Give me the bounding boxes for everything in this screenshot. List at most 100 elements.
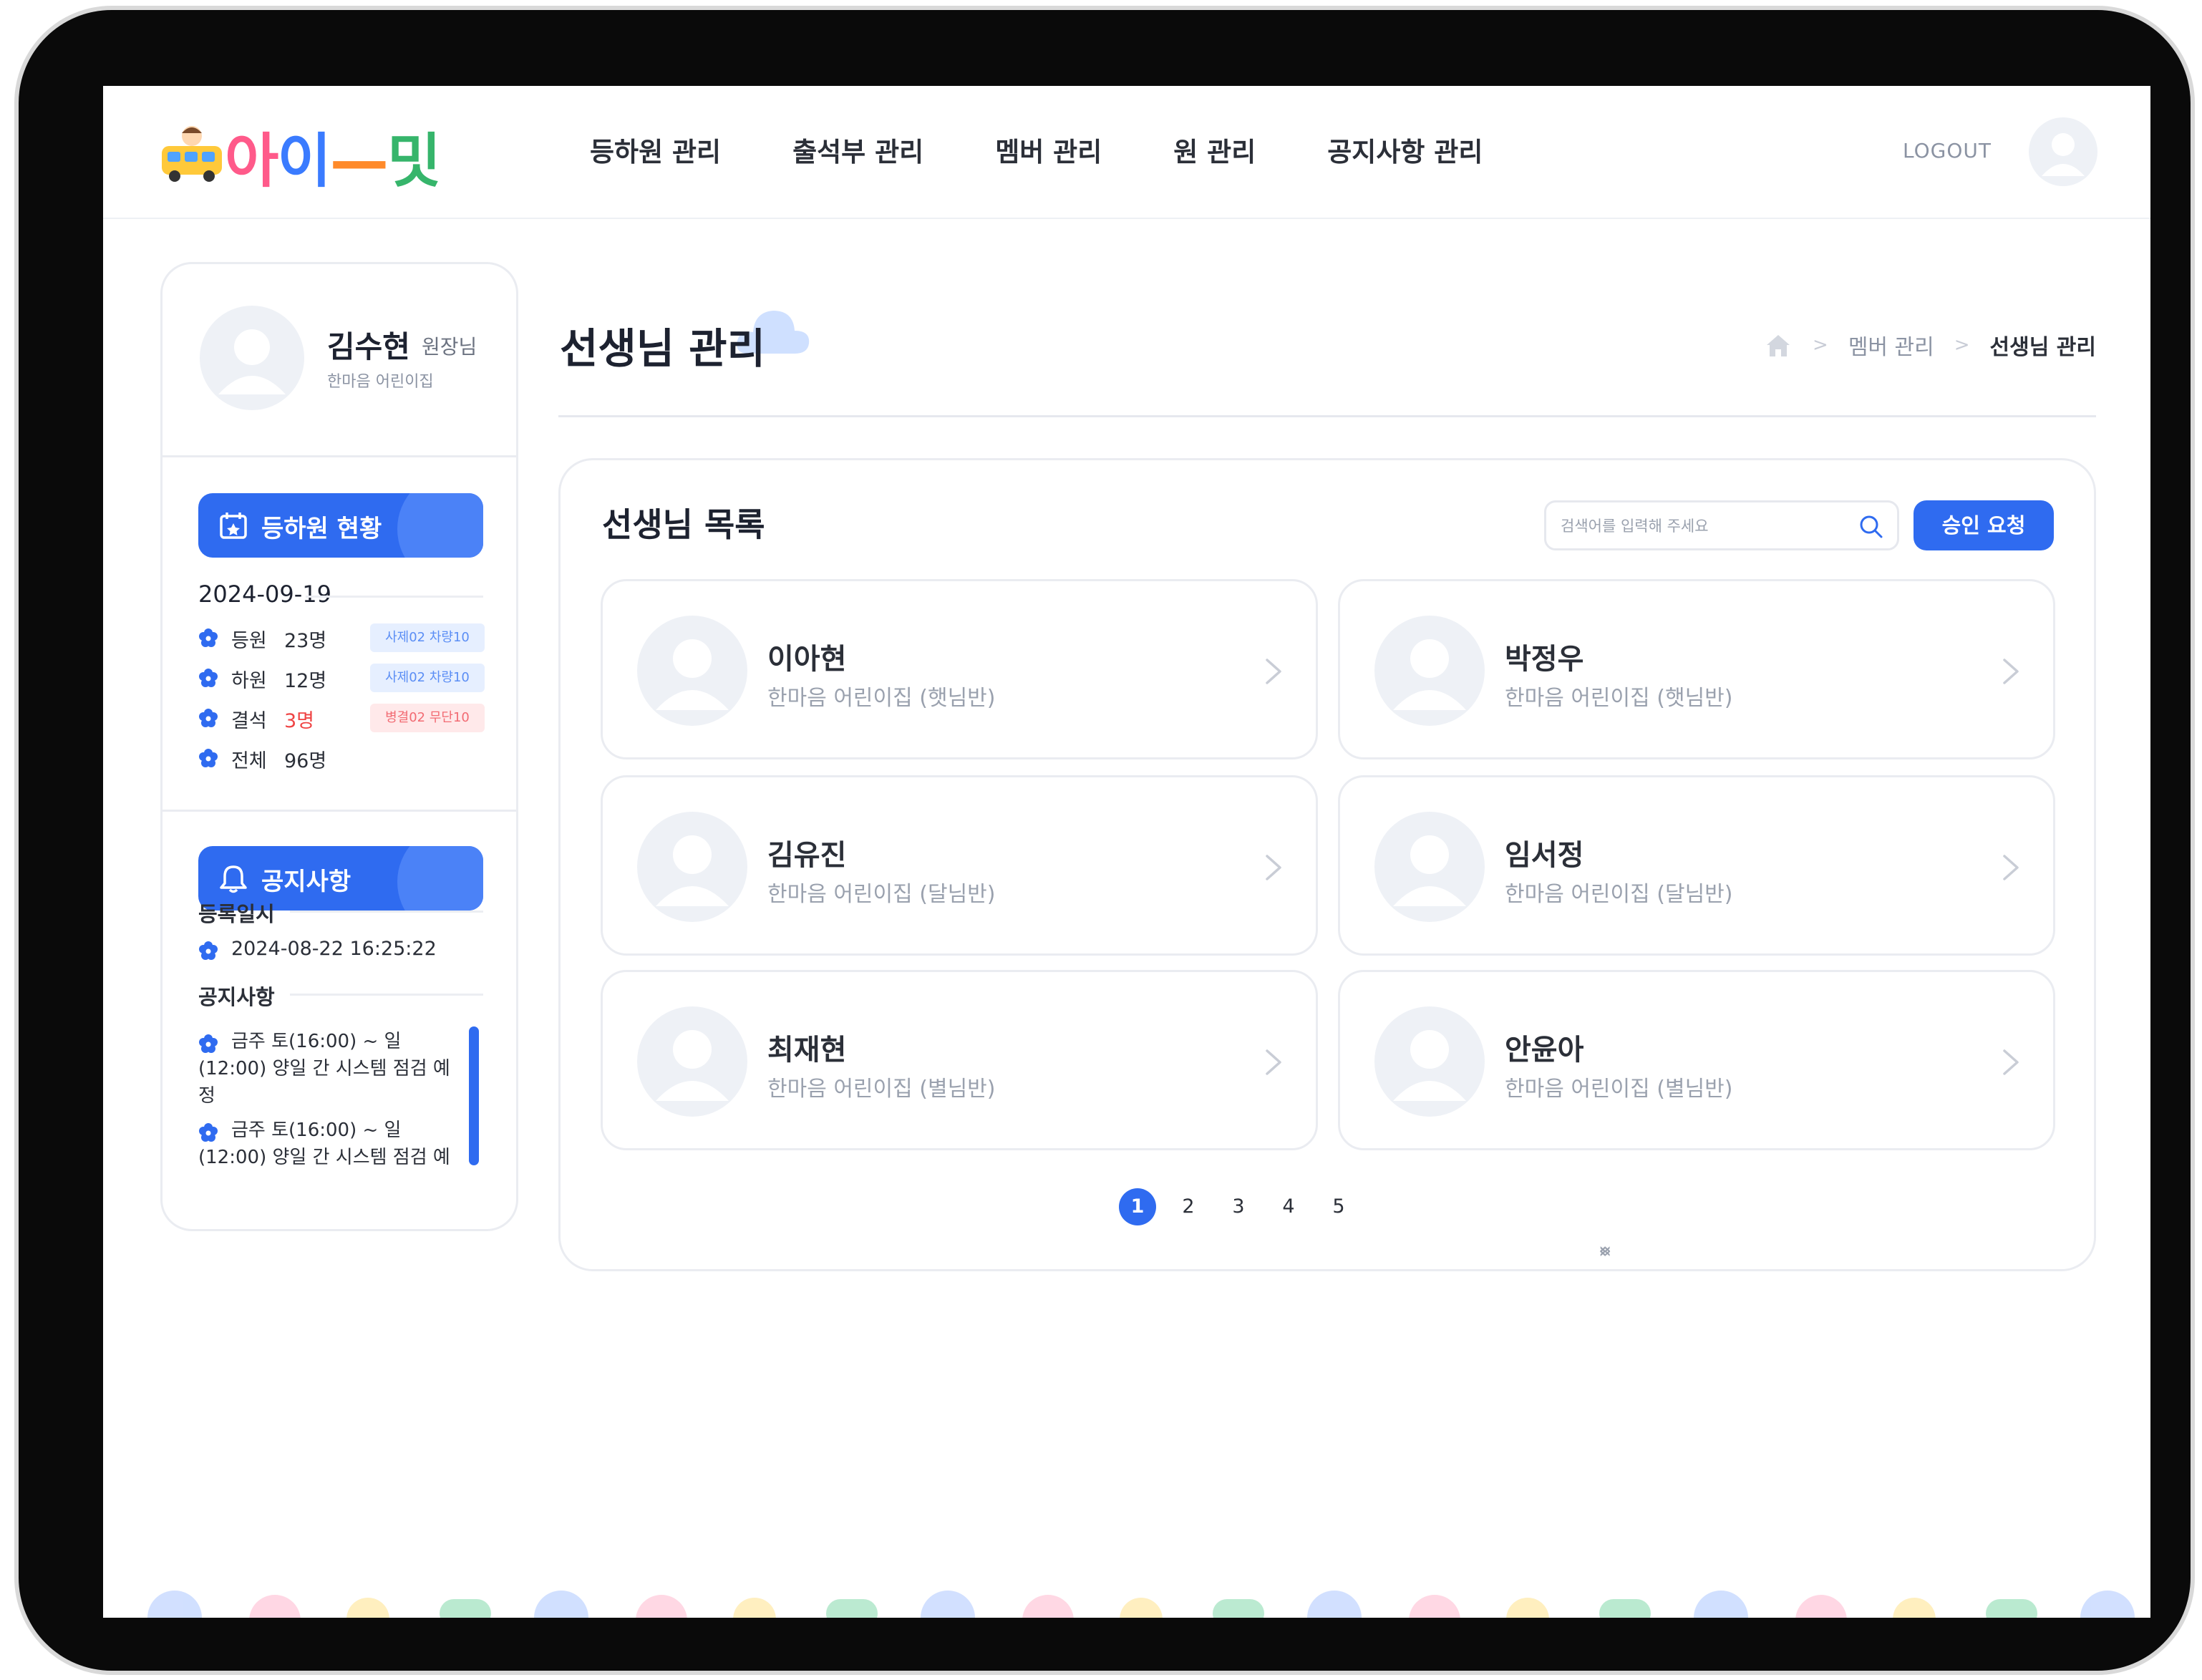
teacher-card[interactable]: 안윤아 한마음 어린이집 (별님반): [1338, 970, 2055, 1150]
divider: [290, 911, 483, 913]
divider: [558, 415, 2096, 417]
notice-item[interactable]: 금주 토(16:00) ~ 일(12:00) 양일 간 시스템 점검 예정: [198, 1028, 456, 1110]
attendance-row-arrival: 등원 23명 사제02 차량10: [198, 623, 485, 652]
teacher-name: 안윤아: [1505, 1034, 1584, 1067]
row-label: 결석: [231, 710, 267, 732]
top-header: 아이—밋 등하원 관리 출석부 관리 멤버 관리 원 관리 공지사항 관리 LO…: [103, 86, 2150, 219]
row-tag: 사제02 차량10: [370, 664, 485, 692]
approval-request-button[interactable]: 승인 요청: [1914, 500, 2054, 550]
calendar-icon: [220, 513, 247, 539]
teacher-avatar-icon: [1374, 1006, 1485, 1117]
teacher-class: 한마음 어린이집 (별님반): [1505, 1077, 1733, 1102]
teacher-name: 최재현: [767, 1034, 847, 1067]
teacher-avatar-icon: [1374, 616, 1485, 726]
teacher-avatar-icon: [637, 1006, 747, 1117]
page-title: 선생님 관리: [560, 324, 765, 373]
bell-icon: [220, 865, 247, 893]
attendance-row-absent: 결석 3명 병결02 무단10: [198, 704, 485, 732]
row-count: 12명: [284, 670, 327, 692]
profile-card: 김수현 원장님 한마음 어린이집: [163, 264, 516, 457]
teacher-card[interactable]: 임서정 한마음 어린이집 (달님반): [1338, 775, 2055, 956]
row-tag: 사제02 차량10: [370, 623, 485, 652]
attendance-summary: 등하원 현황 2024-09-19 등원 23명 사제02 차량10 하원 12…: [163, 457, 516, 812]
breadcrumb-member-management[interactable]: 멤버 관리: [1848, 329, 1934, 361]
pagination: « ‹ 1 2 3 4 5 › »: [1112, 1188, 1611, 1263]
breadcrumb-current: 선생님 관리: [1989, 335, 2096, 360]
page-button-1[interactable]: 1: [1119, 1188, 1156, 1225]
row-count: 23명: [284, 630, 327, 652]
notice-list-label: 공지사항: [198, 985, 275, 1009]
profile-role: 원장님: [422, 335, 477, 359]
teacher-name: 김유진: [767, 839, 847, 872]
breadcrumb-separator: >: [1813, 334, 1828, 356]
button-decoration: [397, 846, 483, 911]
divider: [306, 596, 483, 598]
teacher-name: 임서정: [1505, 839, 1584, 872]
teacher-class: 한마음 어린이집 (햇님반): [1505, 686, 1733, 711]
attendance-date: 2024-09-19: [198, 581, 331, 608]
notice-item[interactable]: 금주 토(16:00) ~ 일(12:00) 양일 간 시스템 점검 예: [198, 1117, 456, 1171]
chevron-right-icon: [1266, 659, 1281, 684]
notice-date-label: 등록일시: [198, 902, 275, 926]
teacher-name: 이아현: [767, 643, 847, 676]
row-count: 3명: [284, 710, 315, 732]
teacher-list-panel: 선생님 목록 승인 요청 이아현 한마음 어린이집 (햇님반) 박: [558, 458, 2096, 1271]
notice-date: 2024-08-22 16:25:22: [231, 938, 437, 960]
profile-org: 한마음 어린이집: [327, 373, 434, 391]
row-label: 등원: [231, 630, 267, 652]
page-button-4[interactable]: 4: [1269, 1188, 1308, 1226]
chevron-right-icon: [2003, 659, 2019, 684]
teacher-card[interactable]: 김유진 한마음 어린이집 (달님반): [601, 775, 1318, 956]
nav-center-management[interactable]: 원 관리: [1173, 130, 1256, 169]
page-button-2[interactable]: 2: [1169, 1188, 1208, 1226]
nav-notice-management[interactable]: 공지사항 관리: [1327, 130, 1483, 169]
flower-icon: [199, 709, 218, 727]
search-box: [1544, 500, 1899, 550]
chevron-right-icon: [2003, 1049, 2019, 1075]
attendance-row-departure: 하원 12명 사제02 차량10: [198, 664, 485, 692]
row-tag: 병결02 무단10: [370, 704, 485, 732]
nav-attendance-management[interactable]: 등하원 관리: [590, 130, 721, 169]
teacher-class: 한마음 어린이집 (달님반): [1505, 882, 1733, 907]
search-input[interactable]: [1561, 513, 1847, 540]
last-page-icon[interactable]: »: [1599, 1232, 1633, 1271]
search-icon[interactable]: [1858, 514, 1884, 540]
logo-wordmark: 아이—밋: [225, 127, 441, 195]
user-avatar-icon[interactable]: [2029, 117, 2097, 186]
notice-scrollbar[interactable]: [469, 1026, 479, 1165]
row-label: 전체: [231, 750, 267, 772]
home-icon[interactable]: [1764, 331, 1793, 359]
flower-icon: [199, 941, 218, 960]
teacher-class: 한마음 어린이집 (별님반): [767, 1077, 996, 1102]
teacher-card[interactable]: 이아현 한마음 어린이집 (햇님반): [601, 579, 1318, 759]
breadcrumb: > 멤버 관리 > 선생님 관리: [1764, 329, 2096, 361]
page-button-3[interactable]: 3: [1219, 1188, 1258, 1226]
teacher-avatar-icon: [637, 616, 747, 726]
decorative-pattern-strip: [147, 1591, 2135, 1618]
teacher-card[interactable]: 박정우 한마음 어린이집 (햇님반): [1338, 579, 2055, 759]
main-nav: 등하원 관리 출석부 관리 멤버 관리 원 관리 공지사항 관리: [590, 130, 1483, 169]
sidebar: 김수현 원장님 한마음 어린이집 등하원 현황 2024-09-19 등원 23…: [160, 262, 518, 1231]
profile-name: 김수현: [327, 329, 410, 364]
page-button-5[interactable]: 5: [1319, 1188, 1358, 1226]
flower-icon: [199, 628, 218, 647]
teacher-avatar-icon: [637, 812, 747, 922]
button-decoration: [397, 493, 483, 558]
teacher-name: 박정우: [1505, 643, 1584, 676]
logout-link[interactable]: LOGOUT: [1903, 139, 1992, 162]
attendance-status-button[interactable]: 등하원 현황: [198, 493, 483, 558]
nav-roll-book-management[interactable]: 출석부 관리: [792, 130, 923, 169]
panel-title: 선생님 목록: [602, 505, 765, 544]
teacher-class: 한마음 어린이집 (달님반): [767, 882, 996, 907]
chevron-right-icon: [1266, 855, 1281, 880]
teacher-card[interactable]: 최재현 한마음 어린이집 (별님반): [601, 970, 1318, 1150]
flower-icon: [199, 669, 218, 687]
attendance-row-total: 전체 96명: [198, 744, 485, 772]
notice-button-label: 공지사항: [261, 868, 351, 896]
chevron-right-icon: [2003, 855, 2019, 880]
row-count: 96명: [284, 750, 327, 772]
nav-member-management[interactable]: 멤버 관리: [995, 130, 1102, 169]
profile-avatar-icon: [200, 306, 304, 410]
logo[interactable]: 아이—밋: [159, 117, 460, 195]
school-bus-icon: [162, 126, 222, 182]
